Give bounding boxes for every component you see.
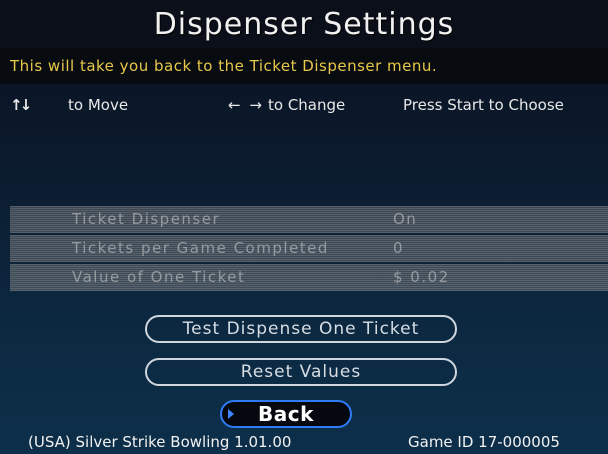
test-dispense-button[interactable]: Test Dispense One Ticket: [145, 315, 457, 343]
up-down-arrows-icon: ↑↓: [10, 96, 32, 114]
back-button[interactable]: Back: [220, 400, 352, 428]
settings-list: Ticket Dispenser On Tickets per Game Com…: [10, 206, 608, 293]
game-version: (USA) Silver Strike Bowling 1.01.00: [28, 433, 292, 451]
setting-label: Ticket Dispenser: [72, 210, 221, 228]
left-right-arrows-icon: ← →: [228, 96, 264, 114]
back-button-label: Back: [258, 402, 314, 426]
selection-arrow-icon: [228, 409, 234, 419]
setting-value: 0: [393, 239, 405, 257]
page-title: Dispenser Settings: [153, 6, 455, 42]
setting-label: Tickets per Game Completed: [72, 239, 329, 257]
page-subtitle: This will take you back to the Ticket Di…: [10, 57, 438, 75]
setting-label: Value of One Ticket: [72, 268, 246, 286]
setting-row-ticket-dispenser[interactable]: Ticket Dispenser On: [10, 206, 608, 233]
game-id: Game ID 17-000005: [408, 433, 560, 451]
subtitle-bar: This will take you back to the Ticket Di…: [0, 48, 608, 84]
move-help-label: to Move: [68, 96, 129, 114]
setting-row-tickets-per-game[interactable]: Tickets per Game Completed 0: [10, 235, 608, 262]
setting-value: On: [393, 210, 418, 228]
controls-help-row: ↑↓ to Move ← → to Change Press Start to …: [0, 88, 608, 120]
reset-values-button[interactable]: Reset Values: [145, 358, 457, 386]
setting-row-ticket-value[interactable]: Value of One Ticket $ 0.02: [10, 264, 608, 291]
change-help-label: to Change: [268, 96, 346, 114]
setting-value: $ 0.02: [393, 268, 450, 286]
choose-help-label: Press Start to Choose: [403, 96, 564, 114]
title-bar: Dispenser Settings: [0, 0, 608, 48]
